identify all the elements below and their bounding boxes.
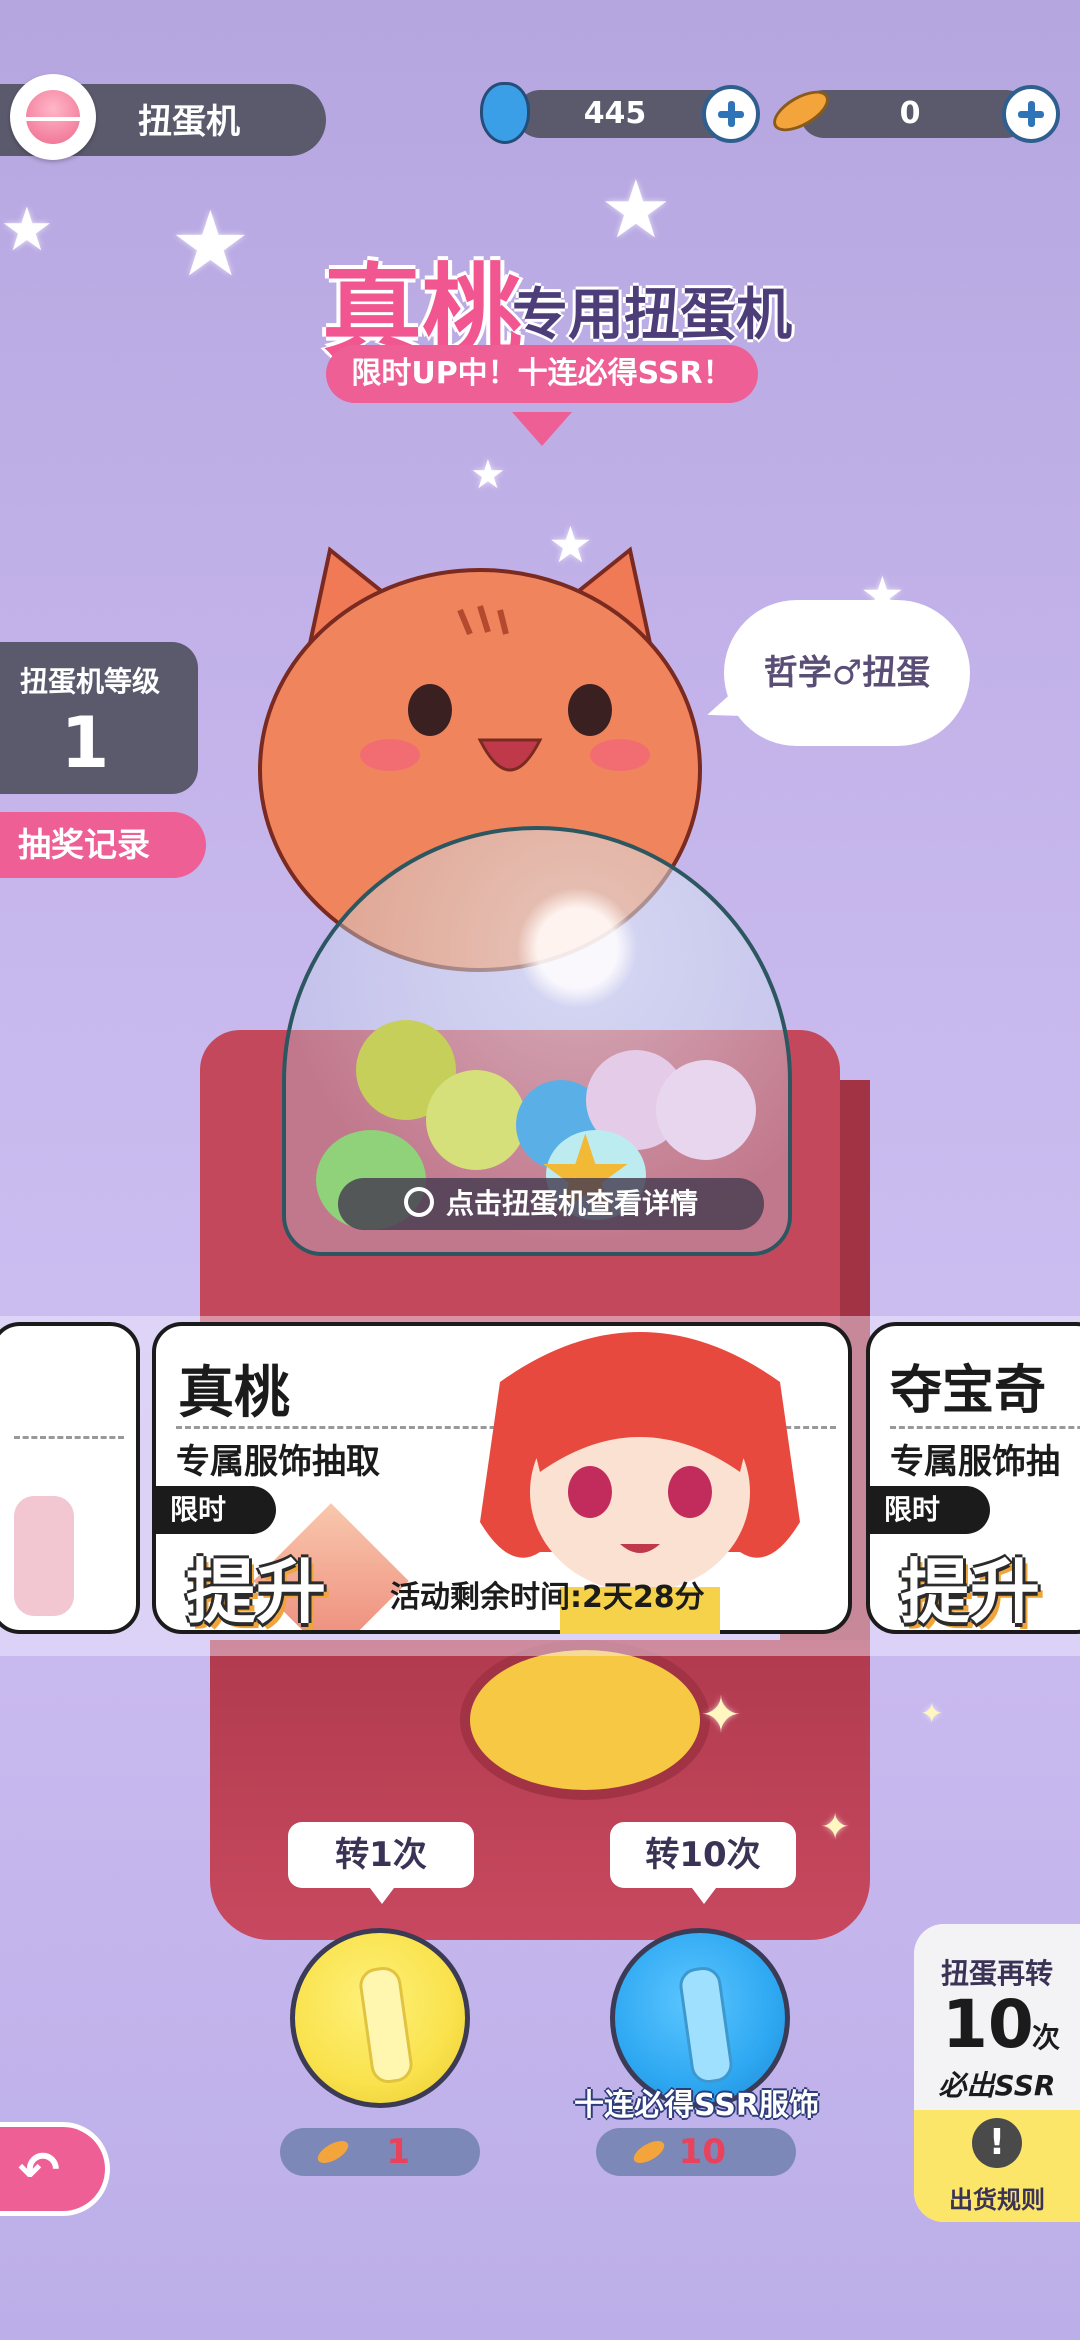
event-card-name: 夺宝奇: [890, 1361, 1047, 1421]
drop-rules-label: 出货规则: [949, 2186, 1045, 2214]
star-decoration: ★: [600, 163, 672, 256]
sparkle-decoration: ✦: [700, 1686, 742, 1744]
sparkle-decoration: ✦: [920, 1697, 944, 1730]
guarantee-count: 10: [942, 1986, 1034, 2063]
search-icon: [403, 1187, 434, 1217]
view-details-label: 点击扭蛋机查看详情: [445, 1187, 698, 1220]
event-card-next[interactable]: 夺宝奇 专属服饰抽 限时 提升: [866, 1322, 1080, 1634]
event-timer: 活动剩余时间:2天28分: [390, 1580, 705, 1615]
add-gems-button[interactable]: [702, 85, 760, 143]
page-title: 扭蛋机: [138, 102, 240, 142]
draw-records-button[interactable]: 抽奖记录: [0, 812, 206, 878]
view-details-hint[interactable]: 点击扭蛋机查看详情: [338, 1178, 764, 1230]
add-fish-button[interactable]: [1002, 85, 1060, 143]
back-arrow-icon: ↶: [18, 2141, 60, 2199]
guarantee-unit: 次: [1032, 2021, 1061, 2054]
spin-ten-cost-value: 10: [678, 2132, 726, 2172]
limited-tag: 限时: [156, 1486, 276, 1534]
boost-label: 提升: [186, 1551, 326, 1633]
gacha-capsule-icon: [10, 74, 96, 160]
spin-once-label: 转1次: [288, 1822, 474, 1904]
capsule-output-slot: [460, 1640, 710, 1800]
speech-bubble: 哲学♂扭蛋: [724, 600, 970, 746]
fish-count: 0: [899, 96, 921, 131]
spin-ten-label: 转10次: [610, 1822, 796, 1904]
level-label: 扭蛋机等级: [19, 665, 160, 698]
machine-title: 专用扭蛋机: [512, 283, 792, 348]
level-value: 1: [60, 702, 110, 784]
star-decoration: ★: [470, 452, 506, 498]
event-card-previous[interactable]: [0, 1322, 140, 1634]
star-decoration: ★: [0, 195, 54, 265]
gem-count: 445: [583, 96, 647, 131]
blue-gem-icon: [480, 82, 530, 144]
boost-label: 提升: [900, 1551, 1040, 1633]
sparkle-decoration: ✦: [820, 1807, 851, 1848]
event-card-name: 真桃: [178, 1361, 290, 1426]
promo-banner: 限时UP中！十连必得SSR！: [326, 345, 758, 403]
exclamation-icon: !: [972, 2118, 1022, 2168]
banner-pointer: [512, 412, 572, 446]
ten-spin-ssr-note: 十连必得SSR服饰: [574, 2088, 819, 2123]
drop-rules-button[interactable]: ! 出货规则: [914, 2110, 1080, 2222]
event-card-subtitle: 专属服饰抽取: [176, 1442, 380, 1482]
star-decoration: ★: [170, 192, 251, 297]
spin-once-cost: 1: [280, 2128, 480, 2176]
spin-ten-cost: 10: [596, 2128, 796, 2176]
event-card-subtitle: 专属服饰抽: [890, 1442, 1060, 1482]
spin-once-button[interactable]: [290, 1928, 470, 2108]
spin-once-cost-value: 1: [386, 2132, 410, 2172]
machine-level-panel: 扭蛋机等级 1: [0, 642, 198, 794]
back-button[interactable]: ↶: [0, 2122, 110, 2216]
guarantee-ssr-text: 必出SSR: [938, 2069, 1056, 2102]
ssr-guarantee-panel[interactable]: 扭蛋再转 10 次 必出SSR ! 出货规则: [914, 1924, 1080, 2222]
limited-tag: 限时: [870, 1486, 990, 1534]
